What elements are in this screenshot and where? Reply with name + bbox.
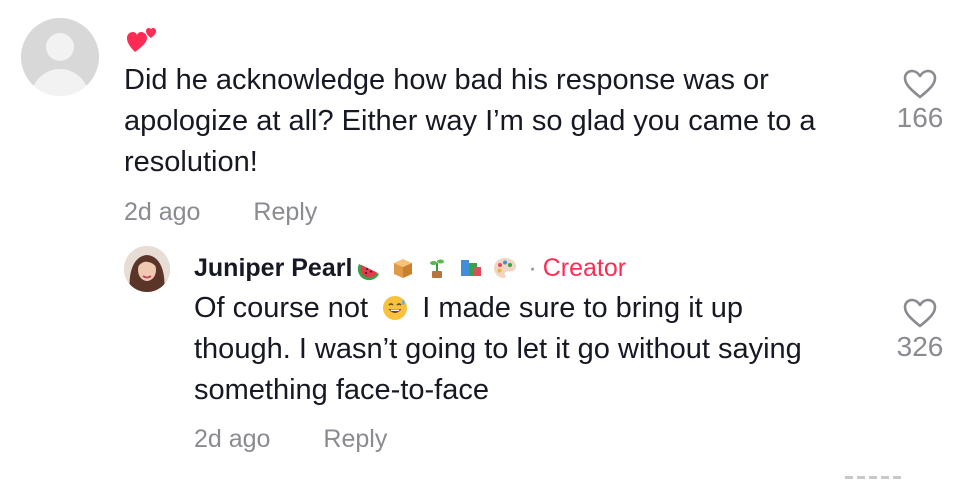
reply-meta: 2d ago Reply	[194, 425, 387, 454]
comment-thread: Did he acknowledge how bad his response …	[0, 0, 980, 481]
header-separator: ·	[528, 253, 537, 282]
reply-reply-button[interactable]: Reply	[323, 425, 387, 453]
commenter-avatar[interactable]	[21, 18, 99, 96]
comment-like-button[interactable]: 166	[885, 68, 955, 134]
books-icon	[461, 260, 482, 276]
comment-like-count: 166	[896, 102, 944, 133]
reply-like-button[interactable]: 326	[885, 297, 955, 363]
reply-text-start: Of course not	[194, 292, 369, 324]
more-replies-hint	[845, 476, 905, 479]
username-emoji-badges	[356, 255, 526, 281]
reply-avatar[interactable]	[124, 246, 170, 292]
comment-meta: 2d ago Reply	[124, 198, 317, 227]
sweat-smile-icon	[383, 296, 408, 320]
reply-timestamp: 2d ago	[194, 425, 271, 453]
comment-timestamp: 2d ago	[124, 198, 201, 226]
profile-photo	[124, 246, 170, 292]
creator-label: Creator	[542, 253, 627, 282]
comment-text: Did he acknowledge how bad his response …	[124, 64, 816, 178]
reply-header: Juniper Pearl · Creator	[194, 252, 626, 284]
reply-username[interactable]: Juniper Pearl	[194, 254, 352, 283]
reply-like-count: 326	[896, 331, 944, 362]
box-icon	[394, 259, 413, 278]
watermelon-icon	[358, 264, 380, 281]
heart-outline-icon	[903, 298, 937, 328]
comment-reply-button[interactable]: Reply	[253, 198, 317, 226]
seedling-icon	[430, 259, 445, 278]
two-hearts-icon	[127, 28, 156, 52]
heart-outline-icon	[903, 69, 937, 99]
reply-text: Of course not I made sure to bring it up…	[194, 288, 844, 411]
palette-icon	[494, 258, 517, 278]
